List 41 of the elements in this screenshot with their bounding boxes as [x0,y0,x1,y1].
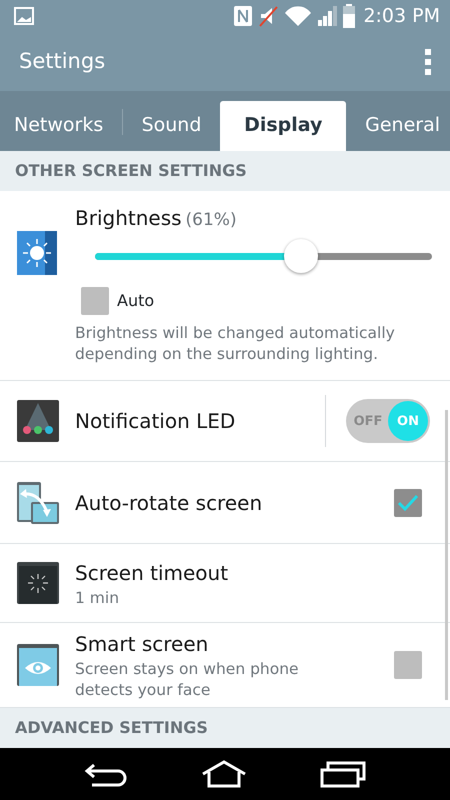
setting-title: Notification LED [74,408,236,436]
tab[interactable]: Sound [132,100,212,151]
checkbox[interactable] [394,651,422,680]
section-header: OTHER SCREEN SETTINGS [0,150,450,191]
description: Brightness will be changed automatically depending on the surrounding lighting. [75,322,396,365]
tab[interactable]: General [355,100,450,151]
toggle-switch[interactable]: OFF ON [346,399,430,444]
status-time: 2:03 PM [363,4,440,30]
setting-summary: 1 min [75,588,120,608]
image-icon [14,7,34,26]
slider[interactable] [95,238,432,275]
recent-apps-icon[interactable] [320,760,366,788]
on-label: ON [388,401,428,442]
setting-title: Screen timeout [75,560,230,586]
smart-screen-icon [17,644,59,686]
back-icon[interactable] [84,761,128,788]
tab[interactable]: Networks [4,100,114,151]
signal-icon [317,5,340,28]
battery-icon [343,4,356,28]
checkbox[interactable] [394,488,422,517]
section-header: ADVANCED SETTINGS [0,708,450,748]
led-icon [17,400,59,442]
home-icon[interactable] [200,760,247,788]
tab[interactable]: Display [220,100,346,151]
setting-title: Brightness [75,204,182,232]
brightness-icon [17,230,57,275]
off-label: OFF [352,412,384,431]
slider-thumb[interactable] [284,238,318,273]
nfc-icon [233,5,254,28]
setting-title: Smart screen [75,631,210,658]
screen-timeout-icon [17,562,59,604]
wifi-icon [283,5,314,28]
setting-title: Auto-rotate screen [75,490,264,517]
overflow-menu-icon[interactable] [424,48,432,75]
app-title: Settings [19,48,106,76]
checkbox[interactable] [81,286,109,315]
rotate-screen-icon [17,482,59,524]
mute-icon [257,5,280,28]
brightness-reading: (61%) [186,208,237,232]
checkbox-label: Auto [117,290,154,312]
setting-summary: Screen stays on when phone detects your face [75,659,300,702]
